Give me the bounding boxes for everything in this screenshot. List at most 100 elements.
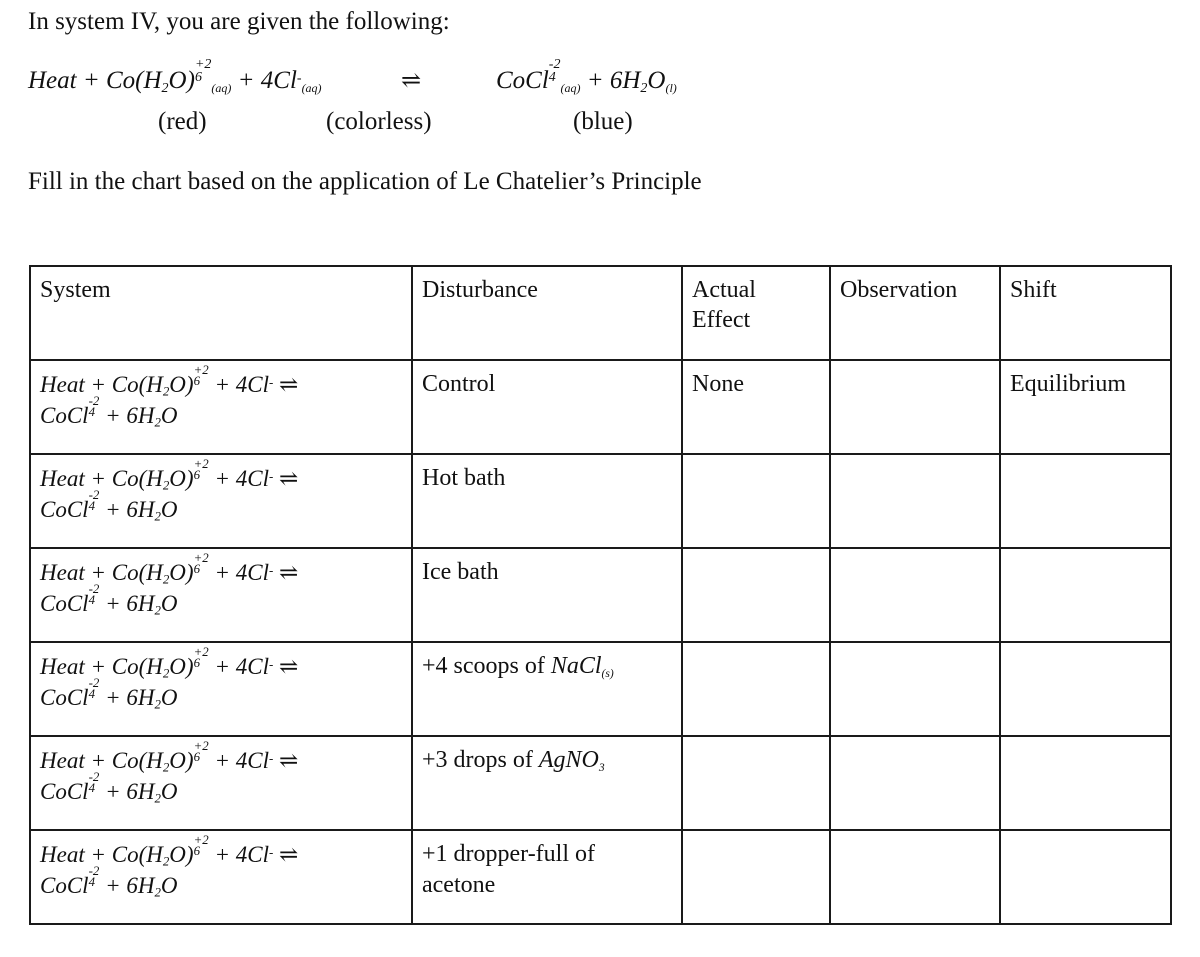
equilibrium-arrow-icon: ⇌ [279, 654, 299, 679]
main-equation: Heat + Co(H2O) +2 6 (aq) + 4Cl-(aq) ⇌ CoCl -… [28, 57, 1168, 142]
charge-minus: - [268, 469, 274, 484]
cell-shift[interactable] [999, 641, 1172, 737]
system-equation-line2: CoCl -2 4 + 6H2O [40, 769, 178, 806]
subscript-2: 2 [162, 478, 170, 493]
cell-disturbance: +3 drops of AgNO3 [411, 735, 683, 831]
header-row: System Disturbance Actual Effect Observa… [29, 265, 1172, 361]
subscript-2: 2 [154, 697, 161, 712]
header-disturbance: Disturbance [411, 265, 683, 361]
cell-system: Heat + Co(H2O) +2 6 + 4Cl- ⇌ CoCl -2 4 + 6H2… [29, 829, 413, 925]
charge-stack: +2 6 [193, 738, 209, 765]
cell-actual-effect[interactable] [681, 547, 831, 643]
subscript-2: 2 [162, 854, 170, 869]
subscript-2: 2 [162, 760, 170, 775]
subscript-2: 2 [154, 603, 161, 618]
table-row: Heat + Co(H2O) +2 6 + 4Cl- ⇌ CoCl -2 4 + 6H2… [29, 641, 1172, 737]
cell-actual-effect[interactable]: None [681, 359, 831, 455]
charge-stack-2: -2 4 [88, 581, 100, 608]
color-label-red: (red) [158, 108, 207, 135]
cell-disturbance: Ice bath [411, 547, 683, 643]
charge-stack-cocl4: -2 4 [548, 57, 561, 85]
header-actual-effect: Actual Effect [681, 265, 831, 361]
tetrachlorocobaltate-term: CoCl -2 4 (aq) [496, 57, 581, 95]
charge-stack-2: -2 4 [88, 487, 100, 514]
cell-system: Heat + Co(H2O) +2 6 + 4Cl- ⇌ CoCl -2 4 + 6H2… [29, 547, 413, 643]
cell-actual-effect[interactable] [681, 453, 831, 549]
system-equation-line2: CoCl -2 4 + 6H2O [40, 487, 178, 524]
equilibrium-arrow-icon: ⇌ [401, 68, 422, 94]
cell-actual-effect[interactable] [681, 641, 831, 737]
worksheet-page: In system IV, you are given the followin… [0, 0, 1200, 957]
cell-shift[interactable] [999, 453, 1172, 549]
header-shift: Shift [999, 265, 1172, 361]
cell-observation[interactable] [829, 547, 1001, 643]
cell-shift[interactable]: Equilibrium [999, 359, 1172, 455]
state-aq-2: (aq) [301, 80, 322, 95]
charge-minus: - [268, 563, 274, 578]
table-row: Heat + Co(H2O) +2 6 + 4Cl- ⇌ CoCl -2 4 + 6H2… [29, 453, 1172, 549]
color-label-blue: (blue) [573, 108, 633, 135]
charge-stack-2: -2 4 [88, 393, 100, 420]
cell-actual-effect[interactable] [681, 735, 831, 831]
charge-stack-2: -2 4 [88, 675, 100, 702]
plus-sign-1: + [76, 66, 106, 94]
cell-system: Heat + Co(H2O) +2 6 + 4Cl- ⇌ CoCl -2 4 + 6H2… [29, 453, 413, 549]
table-row: Heat + Co(H2O) +2 6 + 4Cl- ⇌ CoCl -2 4 + 6H2… [29, 735, 1172, 831]
cell-shift[interactable] [999, 547, 1172, 643]
cell-disturbance: +1 dropper-full of acetone [411, 829, 683, 925]
table-row: Heat + Co(H2O) +2 6 + 4Cl- ⇌ CoCl -2 4 + 6H2… [29, 829, 1172, 925]
chloride-term: 4Cl-(aq) [260, 66, 322, 95]
charge-stack-2: -2 4 [88, 769, 100, 796]
cell-system: Heat + Co(H2O) +2 6 + 4Cl- ⇌ CoCl -2 4 + 6H2… [29, 641, 413, 737]
charge-minus: - [268, 657, 274, 672]
disturbance-chemical: NaCl(s) [550, 653, 614, 680]
instruction-text: Fill in the chart based on the applicati… [28, 168, 702, 195]
subscript-2: 2 [162, 572, 170, 587]
charge-stack-2: -2 4 [88, 863, 100, 890]
color-label-colorless: (colorless) [326, 108, 432, 135]
disturbance-chemical-state: 3 [598, 761, 605, 774]
equation-terms-row: Heat + Co(H2O) +2 6 (aq) + 4Cl-(aq) ⇌ CoCl -… [28, 57, 1168, 106]
cell-disturbance: +4 scoops of NaCl(s) [411, 641, 683, 737]
cell-disturbance: Hot bath [411, 453, 683, 549]
cell-disturbance: Control [411, 359, 683, 455]
table-row: Heat + Co(H2O) +2 6 + 4Cl- ⇌ CoCl -2 4 + 6H2… [29, 547, 1172, 643]
charge-minus: - [268, 751, 274, 766]
subscript-2: 2 [154, 509, 161, 524]
charge-stack: +2 6 [193, 456, 209, 483]
charge-stack: +2 6 [193, 644, 209, 671]
heat-term: Heat [28, 66, 77, 94]
subscript-2: 2 [154, 415, 161, 430]
cell-observation[interactable] [829, 735, 1001, 831]
cell-observation[interactable] [829, 829, 1001, 925]
cell-actual-effect[interactable] [681, 829, 831, 925]
equation-reactants: Heat + Co(H2O) +2 6 (aq) + 4Cl-(aq) [28, 58, 322, 96]
equation-color-labels-row: (red) (colorless) (blue) [28, 108, 1168, 142]
equilibrium-arrow-icon: ⇌ [279, 748, 299, 773]
chart-body: Heat + Co(H2O) +2 6 + 4Cl- ⇌ CoCl -2 4 + 6H2… [29, 359, 1172, 925]
charge-stack: +2 6 [193, 832, 209, 859]
cell-observation[interactable] [829, 359, 1001, 455]
cell-observation[interactable] [829, 453, 1001, 549]
cell-shift[interactable] [999, 829, 1172, 925]
subscript-2a: 2 [161, 80, 169, 96]
cell-system: Heat + Co(H2O) +2 6 + 4Cl- ⇌ CoCl -2 4 + 6H2… [29, 359, 413, 455]
charge-stack: +2 6 [193, 550, 209, 577]
header-actual-effect-line2: Effect [692, 307, 751, 333]
chart-table: System Disturbance Actual Effect Observa… [29, 265, 1172, 925]
state-aq-3: (aq) [560, 80, 581, 95]
chart-header: System Disturbance Actual Effect Observa… [29, 265, 1172, 361]
header-system: System [29, 265, 413, 361]
plus-sign-3: + [580, 66, 610, 94]
plus-sign-2: + [231, 66, 261, 94]
water-term: 6H2O(l) [609, 66, 677, 96]
header-observation: Observation [829, 265, 1001, 361]
subscript-2: 2 [162, 666, 170, 681]
cell-system: Heat + Co(H2O) +2 6 + 4Cl- ⇌ CoCl -2 4 + 6H2… [29, 735, 413, 831]
subscript-2: 2 [154, 791, 161, 806]
table-row: Heat + Co(H2O) +2 6 + 4Cl- ⇌ CoCl -2 4 + 6H2… [29, 359, 1172, 455]
cell-shift[interactable] [999, 735, 1172, 831]
state-aq-1: (aq) [211, 80, 232, 95]
cell-observation[interactable] [829, 641, 1001, 737]
equilibrium-arrow-icon: ⇌ [279, 560, 299, 585]
